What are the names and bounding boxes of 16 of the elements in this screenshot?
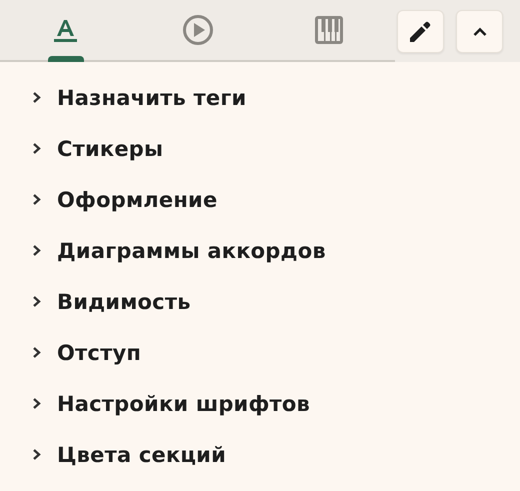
section-header[interactable]: Диаграммы аккордов (0, 225, 520, 276)
section-header[interactable]: Стикеры (0, 123, 520, 174)
section-header[interactable]: Оформление (0, 174, 520, 225)
pencil-icon (410, 20, 431, 42)
collapse-button[interactable] (456, 10, 503, 52)
section-header[interactable]: Цвета секций (0, 429, 520, 480)
play-icon (182, 14, 214, 46)
chevron-up-icon (472, 26, 486, 36)
tab-indicator (48, 56, 84, 62)
section-header[interactable]: Настройки шрифтов (0, 378, 520, 429)
letter-a-icon (53, 18, 78, 42)
section-header[interactable]: Назначить теги (0, 72, 520, 123)
section-header[interactable]: Отступ (0, 327, 520, 378)
piano-keys-icon (315, 16, 344, 44)
section-header[interactable]: Видимость (0, 276, 520, 327)
edit-button[interactable] (397, 10, 444, 52)
